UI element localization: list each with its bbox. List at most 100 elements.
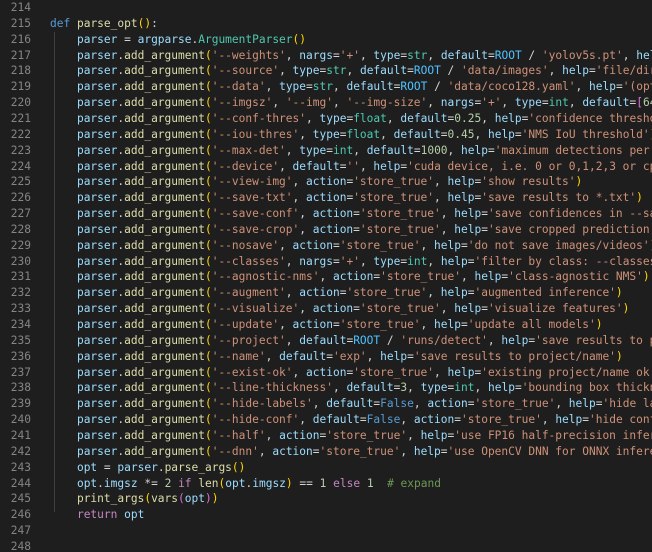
code-token: action <box>312 222 354 236</box>
code-line[interactable]: parser.add_argument('--conf-thres', type… <box>50 111 652 127</box>
code-editor[interactable]: 214 215 216 217 218 219 220 221 222 223 224 225 226 2… <box>0 0 652 552</box>
code-token: '--source' <box>211 64 280 78</box>
code-line[interactable]: parser.add_argument('--save-txt', action… <box>50 190 643 206</box>
code-line[interactable]: parser.add_argument('--dnn', action='sto… <box>50 444 652 460</box>
code-line[interactable]: parser.add_argument('--half', action='st… <box>50 428 652 444</box>
code-token: print_args <box>76 492 145 506</box>
code-line[interactable]: parser.add_argument('--agnostic-nms', ac… <box>50 269 650 285</box>
code-token: default <box>346 80 394 94</box>
code-line[interactable]: parser.add_argument('--nosave', action='… <box>50 238 652 254</box>
code-token: / <box>427 80 448 94</box>
code-token: parse_opt <box>76 16 138 30</box>
code-token: 'filter by class: --classes 0, or --clas… <box>474 254 652 268</box>
code-token: imgsz <box>252 476 286 490</box>
code-token: nargs <box>440 96 475 110</box>
code-token: == <box>292 476 320 490</box>
code-token: 'do not save images/videos' <box>467 238 650 252</box>
code-token: nargs <box>299 254 333 268</box>
code-line[interactable]: parser.add_argument('--visualize', actio… <box>50 301 629 317</box>
code-line[interactable]: parser.add_argument('--exist-ok', action… <box>50 365 652 381</box>
code-token: 'use OpenCV DNN for ONNX inference' <box>447 444 652 458</box>
code-token: = <box>481 302 488 316</box>
code-token: 'store_true' <box>359 302 441 316</box>
line-number: 234 <box>10 318 31 331</box>
code-line[interactable]: parser.add_argument('--view-img', action… <box>50 174 582 190</box>
code-token: ) <box>615 349 623 363</box>
code-line[interactable]: parser.add_argument('--source', type=str… <box>50 63 652 79</box>
code-token: argparse <box>137 32 192 46</box>
code-line[interactable]: return opt <box>50 507 144 523</box>
code-line[interactable]: parser.add_argument('--max-det', type=in… <box>50 143 652 159</box>
code-token: parser <box>76 270 118 284</box>
code-token: add_argument <box>124 381 205 395</box>
code-token: imgsz <box>103 476 138 490</box>
code-token: action <box>272 444 313 458</box>
code-token: action <box>332 270 374 284</box>
code-token: help <box>434 318 461 331</box>
code-token: , <box>434 175 448 189</box>
code-token: type <box>292 64 320 78</box>
code-token: add_argument <box>124 318 205 331</box>
code-token: '--iou-thres' <box>211 127 300 141</box>
code-line[interactable]: parser.add_argument('--line-thickness', … <box>50 380 652 396</box>
code-line[interactable]: parser.add_argument('--data', type=str, … <box>50 79 652 95</box>
code-line[interactable]: parser.add_argument('--project', default… <box>50 333 652 349</box>
code-line[interactable]: def parse_opt(): <box>50 16 158 32</box>
code-token: ) <box>204 492 212 506</box>
code-token: , <box>359 48 374 62</box>
code-token: ( <box>204 286 212 300</box>
code-token: 1000 <box>420 143 448 157</box>
code-line[interactable]: parser.add_argument('--device', default=… <box>50 159 652 175</box>
code-token: = <box>312 444 320 458</box>
code-token: ROOT <box>400 80 428 94</box>
code-token: = <box>487 48 495 62</box>
code-line[interactable]: parser.add_argument('--save-conf', actio… <box>50 206 652 222</box>
code-token: , <box>622 48 637 62</box>
code-token: help <box>589 80 616 94</box>
code-token: '--conf-thres' <box>211 111 306 125</box>
code-token: default <box>582 96 630 110</box>
code-token: ( <box>204 175 212 189</box>
code-line[interactable]: parser.add_argument('--update', action='… <box>50 317 603 333</box>
code-token: '--exist-ok' <box>211 365 293 379</box>
code-token: '--line-thickness' <box>211 381 333 395</box>
code-area[interactable]: def parse_opt(): parser = argparse.Argum… <box>50 0 652 552</box>
code-token: parser <box>76 175 118 189</box>
code-line[interactable]: parser.add_argument('--hide-conf', defau… <box>50 412 652 428</box>
code-token: ) <box>211 492 219 506</box>
line-number: 242 <box>10 444 31 458</box>
code-token: 'store_true' <box>461 413 542 427</box>
code-token: 'store_true' <box>339 318 421 331</box>
code-token: = <box>582 413 590 427</box>
code-line[interactable]: parser.add_argument('--save-crop', actio… <box>50 222 652 238</box>
code-line[interactable]: opt.imgsz *= 2 if len(opt.imgsz) == 1 el… <box>50 476 441 492</box>
code-token: '--hide-labels' <box>211 397 313 411</box>
code-line[interactable]: parser.add_argument('--augment', action=… <box>50 285 623 301</box>
code-line[interactable]: parser.add_argument('--weights', nargs='… <box>50 48 652 64</box>
code-line[interactable]: opt = parser.parse_args() <box>50 460 245 476</box>
code-line[interactable]: parser.add_argument('--iou-thres', type=… <box>50 127 652 143</box>
code-token: '+' <box>339 254 360 268</box>
code-line[interactable]: parser.add_argument('--hide-labels', def… <box>50 396 652 412</box>
code-token: 'data/images' <box>461 64 549 78</box>
code-line[interactable]: print_args(vars(opt)) <box>50 491 219 507</box>
line-number: 219 <box>10 80 31 94</box>
code-token: float <box>353 111 387 125</box>
code-token: 1 <box>366 476 374 490</box>
code-line[interactable]: parser.add_argument('--name', default='e… <box>50 349 623 365</box>
code-line[interactable]: parser = argparse.ArgumentParser() <box>50 32 306 48</box>
code-line[interactable]: parser.add_argument('--classes', nargs='… <box>50 254 652 270</box>
line-number-gutter[interactable]: 214 215 216 217 218 219 220 221 222 223 224 225 226 2… <box>0 0 40 552</box>
code-line[interactable]: parser.add_argument('--imgsz', '--img', … <box>50 95 652 111</box>
code-token: '+' <box>339 48 360 62</box>
code-token: , <box>427 286 441 300</box>
code-token: ( <box>204 48 212 62</box>
